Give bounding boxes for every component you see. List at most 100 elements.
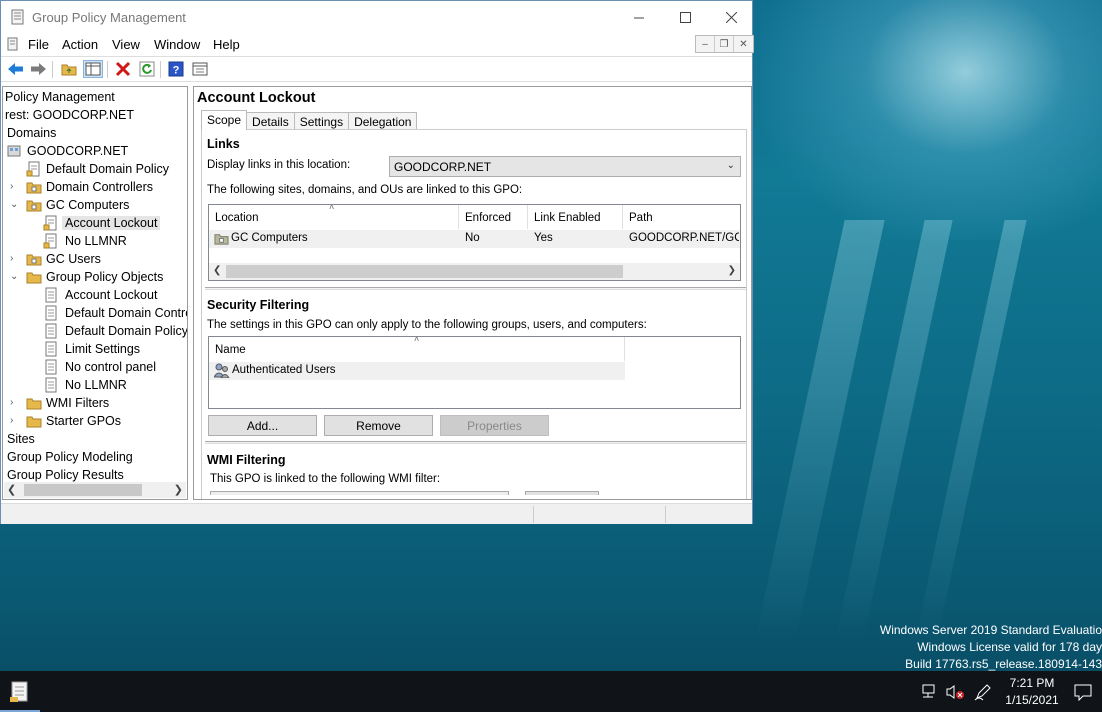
delete-button[interactable] [113,60,133,78]
location-dropdown[interactable]: GOODCORP.NET ⌄ [389,156,741,177]
tree-item-gpo-no-control-panel[interactable]: No control panel [3,358,187,376]
tree-item-gpo-no-llmnr[interactable]: No LLMNR [3,376,187,394]
links-list[interactable]: Location ˄ Enforced Link Enabled Path GC… [208,204,741,281]
tree-item-starter-gpos[interactable]: › Starter GPOs [3,412,187,430]
mdi-minimize-button[interactable]: – [696,36,715,52]
section-splitter[interactable] [205,287,746,290]
status-segment [533,506,534,523]
wmi-filter-dropdown[interactable] [210,491,509,495]
column-header-enforced[interactable]: Enforced [459,205,528,229]
column-header-link-enabled[interactable]: Link Enabled [528,205,623,229]
add-button[interactable]: Add... [208,415,317,436]
watermark-line: Windows Server 2019 Standard Evaluatio [879,623,1102,637]
action-center-icon[interactable] [1073,682,1093,702]
tree-item-label: No control panel [65,360,157,374]
gpo-icon [45,341,57,357]
mdi-restore-button[interactable]: ❐ [715,36,734,52]
maximize-button[interactable] [662,1,708,33]
mdi-close-button[interactable]: ✕ [734,36,753,52]
console-tree[interactable]: Policy Management rest: GOODCORP.NET Dom… [2,86,188,500]
section-splitter[interactable] [205,441,746,444]
tab-delegation[interactable]: Delegation [348,112,418,130]
show-hide-console-tree-button[interactable] [83,60,103,78]
tree-item-label: WMI Filters [46,396,110,410]
tab-settings[interactable]: Settings [293,112,350,130]
up-folder-button[interactable] [59,60,79,78]
tree-item-gpo-account-lockout[interactable]: Account Lockout [3,286,187,304]
gpo-title: Account Lockout [197,90,316,106]
links-horizontal-scrollbar[interactable]: ❮ ❯ [209,263,740,280]
tree-item-domains[interactable]: Domains [3,124,187,142]
forward-button[interactable] [28,60,48,78]
close-button[interactable] [708,1,754,33]
taskbar-gpmc-button[interactable] [0,671,40,712]
menu-file[interactable]: File [28,37,49,52]
tree-item-gpo-default-domain-controllers[interactable]: Default Domain Contro [3,304,188,322]
scrollbar-thumb[interactable] [226,265,623,278]
tree-item-gp-modeling[interactable]: Group Policy Modeling [3,448,187,466]
expand-chevron-icon[interactable]: › [10,181,20,193]
tree-item-gc-computers[interactable]: ⌄ GC Computers [3,196,187,214]
menu-window[interactable]: Window [154,37,200,52]
tree-item-default-domain-policy-link[interactable]: Default Domain Policy [3,160,187,178]
system-menu-icon[interactable] [6,37,20,51]
minimize-button[interactable] [616,1,662,33]
expand-chevron-icon[interactable]: › [10,415,20,427]
scroll-right-arrow-icon[interactable]: ❯ [174,483,183,496]
volume-muted-icon[interactable] [945,682,965,702]
gpo-icon [45,359,57,375]
tree-item-wmi-filters[interactable]: › WMI Filters [3,394,187,412]
network-icon[interactable] [920,682,940,702]
collapse-chevron-icon[interactable]: ⌄ [10,271,20,283]
scope-tab-content: Links Display links in this location: GO… [201,129,747,499]
tree-item-forest[interactable]: rest: GOODCORP.NET [3,106,187,124]
column-header-name[interactable]: Name ˄ [209,337,625,361]
scroll-left-arrow-icon[interactable]: ❮ [213,265,221,276]
status-segment [665,506,666,523]
column-header-path[interactable]: Path [623,205,740,229]
title-bar[interactable]: Group Policy Management [1,1,752,34]
table-row[interactable]: GC Computers No Yes GOODCORP.NET/GC [209,230,740,248]
remove-button[interactable]: Remove [324,415,433,436]
refresh-button[interactable] [137,60,157,78]
menu-action[interactable]: Action [62,37,98,52]
expand-chevron-icon[interactable]: › [10,397,20,409]
expand-chevron-icon[interactable]: › [10,253,20,265]
pen-workspace-icon[interactable] [973,682,993,702]
clock-time: 7:21 PM [1009,676,1055,690]
tree-item-no-llmnr-link[interactable]: No LLMNR [3,232,187,250]
tab-scope[interactable]: Scope [201,110,248,130]
collapse-chevron-icon[interactable]: ⌄ [10,199,20,211]
scroll-left-arrow-icon[interactable]: ❮ [7,483,16,496]
tree-item-group-policy-objects[interactable]: ⌄ Group Policy Objects [3,268,187,286]
tree-item-domain-controllers[interactable]: › Domain Controllers [3,178,187,196]
tree-item-account-lockout-link[interactable]: Account Lockout [3,214,187,232]
menu-help[interactable]: Help [213,37,240,52]
tab-details[interactable]: Details [246,112,295,130]
tree-item-gpo-limit-settings[interactable]: Limit Settings [3,340,187,358]
tree-item-sites[interactable]: Sites [3,430,187,448]
security-filtering-list[interactable]: Name ˄ Authenticated Users [208,336,741,409]
tree-item-gpo-default-domain-policy[interactable]: Default Domain Policy [3,322,187,340]
gpo-icon [45,323,57,339]
ou-folder-icon [26,182,42,194]
details-pane: Account Lockout Scope Details Settings D… [193,86,752,500]
menu-view[interactable]: View [112,37,140,52]
back-button[interactable] [5,60,25,78]
properties-button[interactable]: Properties [440,415,549,436]
properties-view-button[interactable] [190,60,210,78]
tree-horizontal-scrollbar[interactable]: ❮ ❯ [4,482,186,498]
column-header-location[interactable]: Location ˄ [209,205,459,229]
tree-item-label: Default Domain Contro [65,306,188,320]
taskbar: 7:21 PM 1/15/2021 [0,671,1102,712]
ou-folder-icon [26,254,42,266]
scroll-right-arrow-icon[interactable]: ❯ [728,265,736,276]
scrollbar-thumb[interactable] [24,484,142,496]
tree-item-domain-goodcorp[interactable]: GOODCORP.NET [3,142,187,160]
help-button[interactable]: ? [166,60,186,78]
table-row[interactable]: Authenticated Users [209,362,625,380]
wmi-open-button[interactable] [525,491,599,495]
tree-item-root[interactable]: Policy Management [3,88,187,106]
system-clock[interactable]: 7:21 PM 1/15/2021 [1002,675,1062,709]
tree-item-gc-users[interactable]: › GC Users [3,250,187,268]
